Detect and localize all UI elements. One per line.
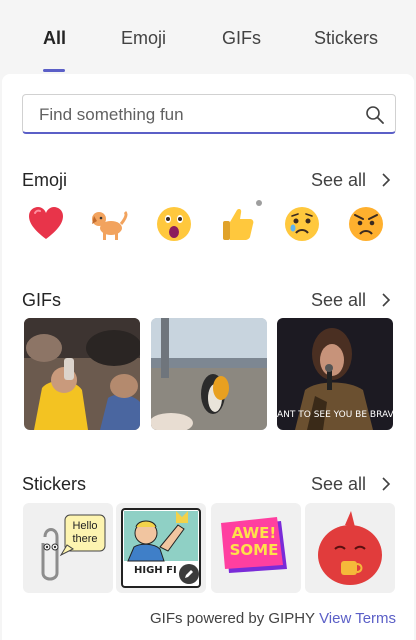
search-box xyxy=(22,94,396,134)
sticker-speech-text: Hello there xyxy=(72,520,98,545)
sticker-clippy[interactable]: Hello there xyxy=(23,503,113,593)
edit-pencil-icon[interactable] xyxy=(178,563,200,585)
gif-crowd-image xyxy=(24,318,140,430)
heart-emoji[interactable] xyxy=(26,204,66,244)
astonished-face-emoji[interactable] xyxy=(154,204,194,244)
sticker-awesome-text: AWE! SOME xyxy=(229,524,279,559)
emoji-section-title: Emoji xyxy=(22,170,68,190)
gif-thumbnail-2[interactable] xyxy=(151,318,267,430)
dog-emoji[interactable] xyxy=(90,204,130,244)
clippy-sticker-image xyxy=(41,514,106,581)
sticker-awesome[interactable]: AWE! SOME xyxy=(211,503,301,593)
more-indicator-dot xyxy=(256,200,262,206)
thumbs-up-emoji[interactable] xyxy=(218,204,258,244)
worried-face-emoji[interactable] xyxy=(282,204,322,244)
search-icon[interactable] xyxy=(365,105,385,125)
sticker-high-five[interactable]: HIGH FI xyxy=(116,503,206,593)
view-terms-link[interactable]: View Terms xyxy=(319,610,396,627)
tab-stickers[interactable]: Stickers xyxy=(314,28,378,49)
stickers-section-title: Stickers xyxy=(22,474,87,494)
angry-face-emoji[interactable] xyxy=(346,204,386,244)
gifs-chevron-right-icon[interactable] xyxy=(380,292,392,308)
gif-thumbnail-1[interactable] xyxy=(24,318,140,430)
giphy-attribution: GIFs powered by GIPHY View Terms xyxy=(150,610,396,627)
sticker-red-creature[interactable] xyxy=(305,503,395,593)
gif-subtitle-caption: ANT TO SEE YOU BE BRAV xyxy=(277,410,393,420)
gif-thumbnail-3[interactable]: ANT TO SEE YOU BE BRAV xyxy=(277,318,393,430)
sticker-caption: HIGH FI xyxy=(134,565,177,576)
red-creature-sticker-image xyxy=(318,511,382,585)
tab-emoji[interactable]: Emoji xyxy=(121,28,166,49)
tab-all[interactable]: All xyxy=(43,28,66,49)
gif-penguin-image xyxy=(151,318,267,430)
gifs-section-title: GIFs xyxy=(22,290,61,310)
tab-gifs[interactable]: GIFs xyxy=(222,28,261,49)
emoji-see-all-link[interactable]: See all xyxy=(311,170,366,191)
stickers-see-all-link[interactable]: See all xyxy=(311,474,366,495)
powered-by-text: GIFs powered by GIPHY xyxy=(150,610,316,627)
category-tabs: All Emoji GIFs Stickers xyxy=(0,0,416,74)
search-input[interactable] xyxy=(39,101,349,129)
emoji-chevron-right-icon[interactable] xyxy=(380,172,392,188)
stickers-chevron-right-icon[interactable] xyxy=(380,476,392,492)
gifs-see-all-link[interactable]: See all xyxy=(311,290,366,311)
active-tab-indicator xyxy=(43,69,65,72)
